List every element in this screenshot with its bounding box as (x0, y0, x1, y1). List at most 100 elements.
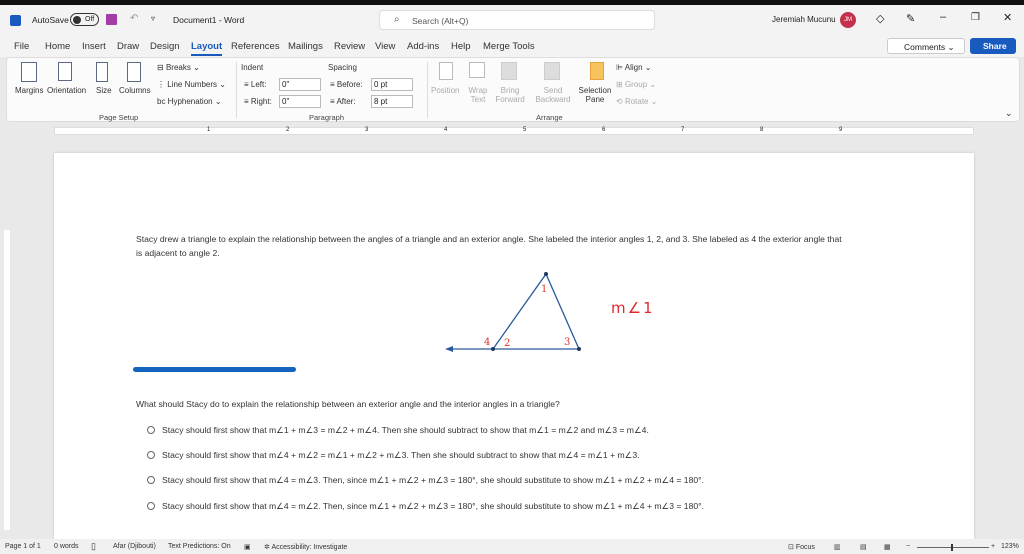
minimize-icon[interactable]: – (940, 11, 946, 23)
status-bar: Page 1 of 1 0 words ▯ Afar (Djibouti) Te… (0, 539, 1024, 554)
zoom-in-icon[interactable]: + (991, 543, 995, 550)
spacing-after-label: ≡ After: (330, 97, 356, 106)
breaks-button[interactable]: ⊟ Breaks ⌄ (157, 63, 200, 72)
option-radio-2[interactable] (147, 451, 155, 459)
indent-right-label: ≡ Right: (244, 97, 272, 106)
bring-forward-icon (501, 62, 517, 80)
intro-text-line2: is adjacent to angle 2. (136, 248, 220, 258)
option-radio-3[interactable] (147, 476, 155, 484)
tab-add-ins[interactable]: Add-ins (407, 41, 439, 52)
tab-help[interactable]: Help (451, 41, 471, 52)
tab-insert[interactable]: Insert (82, 41, 106, 52)
angle-label-1: 1 (541, 284, 547, 295)
close-icon[interactable]: ✕ (1003, 11, 1012, 24)
size-button[interactable]: Size (96, 86, 112, 95)
diamond-icon[interactable]: ◇ (876, 12, 884, 25)
option-radio-4[interactable] (147, 502, 155, 510)
zoom-slider[interactable] (917, 544, 989, 551)
document-page[interactable]: Stacy drew a triangle to explain the rel… (54, 153, 974, 543)
tab-draw[interactable]: Draw (117, 41, 139, 52)
separator (236, 62, 237, 118)
web-layout-icon[interactable]: ▦ (884, 543, 891, 551)
position-button[interactable]: Position (431, 86, 459, 95)
bring-forward-button[interactable]: Bring Forward (493, 86, 527, 104)
option-radio-1[interactable] (147, 426, 155, 434)
selection-pane-button[interactable]: Selection Pane (578, 86, 612, 104)
tab-home[interactable]: Home (45, 41, 70, 52)
indent-left-input[interactable]: 0" (279, 78, 321, 91)
tab-references[interactable]: References (231, 41, 280, 52)
margins-button[interactable]: Margins (15, 86, 43, 95)
tab-design[interactable]: Design (150, 41, 180, 52)
intro-text-line1: Stacy drew a triangle to explain the rel… (136, 234, 842, 244)
pen-icon[interactable]: ✎ (906, 12, 915, 25)
align-button[interactable]: ⊫ Align ⌄ (616, 63, 651, 72)
rotate-button[interactable]: ⟲ Rotate ⌄ (616, 97, 657, 106)
search-box[interactable]: ⌕ Search (Alt+Q) (379, 10, 655, 30)
word-count[interactable]: 0 words (54, 543, 79, 550)
size-icon (96, 62, 108, 82)
ruler-bar[interactable]: 1 2 3 4 5 6 7 8 9 (54, 127, 974, 135)
tab-merge-tools[interactable]: Merge Tools (483, 41, 535, 52)
restore-icon[interactable]: ❐ (971, 12, 980, 23)
zoom-out-icon[interactable]: − (906, 543, 910, 550)
share-button[interactable]: Share (970, 38, 1016, 54)
language[interactable]: Afar (Djibouti) (113, 543, 156, 550)
save-icon[interactable] (106, 14, 117, 25)
spacing-before-input[interactable]: 0 pt (371, 78, 413, 91)
zoom-slider-thumb[interactable] (951, 544, 953, 551)
undo-icon[interactable]: ↶ (130, 13, 138, 24)
columns-button[interactable]: Columns (119, 86, 151, 95)
tab-view[interactable]: View (375, 41, 395, 52)
document-title: Document1 - Word (173, 15, 245, 25)
print-layout-icon[interactable]: ▤ (860, 543, 867, 551)
tab-file[interactable]: File (14, 41, 29, 52)
read-mode-icon[interactable]: ▥ (834, 543, 841, 551)
tab-review[interactable]: Review (334, 41, 365, 52)
indent-right-input[interactable]: 0" (279, 95, 321, 108)
group-button[interactable]: ⊞ Group ⌄ (616, 80, 656, 89)
separator (427, 62, 428, 118)
wrap-text-button[interactable]: Wrap Text (465, 86, 491, 104)
option-text-4[interactable]: Stacy should first show that m∠4 = m∠2. … (162, 501, 704, 512)
spacing-label: Spacing (328, 63, 357, 72)
send-backward-button[interactable]: Send Backward (533, 86, 573, 104)
autosave-label: AutoSave (32, 15, 69, 25)
orientation-button[interactable]: Orientation (47, 86, 86, 95)
collapse-ribbon-icon[interactable]: ⌄ (1005, 108, 1013, 119)
selection-pane-icon (590, 62, 604, 80)
arrow-head-icon (445, 346, 453, 352)
ruler-number: 4 (444, 127, 448, 133)
user-name: Jeremiah Mucunu (772, 15, 836, 24)
angle-label-4: 4 (484, 337, 490, 348)
focus-button[interactable]: ⊡ Focus (788, 543, 815, 551)
autosave-toggle[interactable]: Off (70, 13, 99, 26)
ruler-number: 9 (839, 127, 843, 133)
comments-button[interactable]: Comments ⌄ (887, 38, 965, 54)
tab-layout[interactable]: Layout (191, 41, 223, 56)
spacing-after-input[interactable]: 8 pt (371, 95, 413, 108)
ruler-number: 7 (681, 127, 685, 133)
option-text-3[interactable]: Stacy should first show that m∠4 = m∠3. … (162, 475, 704, 486)
avatar[interactable]: JM (840, 12, 856, 28)
hyphenation-button[interactable]: bc Hyphenation ⌄ (157, 97, 222, 106)
page-count[interactable]: Page 1 of 1 (5, 543, 41, 550)
option-text-1[interactable]: Stacy should first show that m∠1 + m∠3 =… (162, 425, 649, 436)
option-text-2[interactable]: Stacy should first show that m∠4 + m∠2 =… (162, 450, 640, 461)
paragraph-group-label: Paragraph (309, 113, 345, 122)
position-icon (439, 62, 453, 80)
triangle-figure: 1 2 3 4 (445, 272, 581, 352)
layout-ribbon: Margins Orientation Size Columns ⊟ Break… (6, 57, 1020, 122)
indent-label: Indent (241, 63, 264, 72)
line-numbers-button[interactable]: ⋮ Line Numbers ⌄ (157, 80, 226, 89)
tab-mailings[interactable]: Mailings (288, 41, 323, 52)
text-predictions[interactable]: Text Predictions: On (168, 543, 231, 550)
indent-left-label: ≡ Left: (244, 80, 267, 89)
accessibility-status[interactable]: ✲ Accessibility: Investigate (264, 543, 347, 551)
vertical-ruler[interactable] (0, 140, 12, 539)
proofing-icon[interactable]: ▯ (91, 541, 96, 552)
ribbon-tabs: File Home Insert Draw Design Layout Refe… (0, 35, 1024, 57)
zoom-level[interactable]: 123% (1001, 543, 1019, 550)
macro-icon[interactable]: ▣ (244, 543, 251, 551)
customize-qat-icon[interactable]: ▿ (151, 14, 155, 23)
